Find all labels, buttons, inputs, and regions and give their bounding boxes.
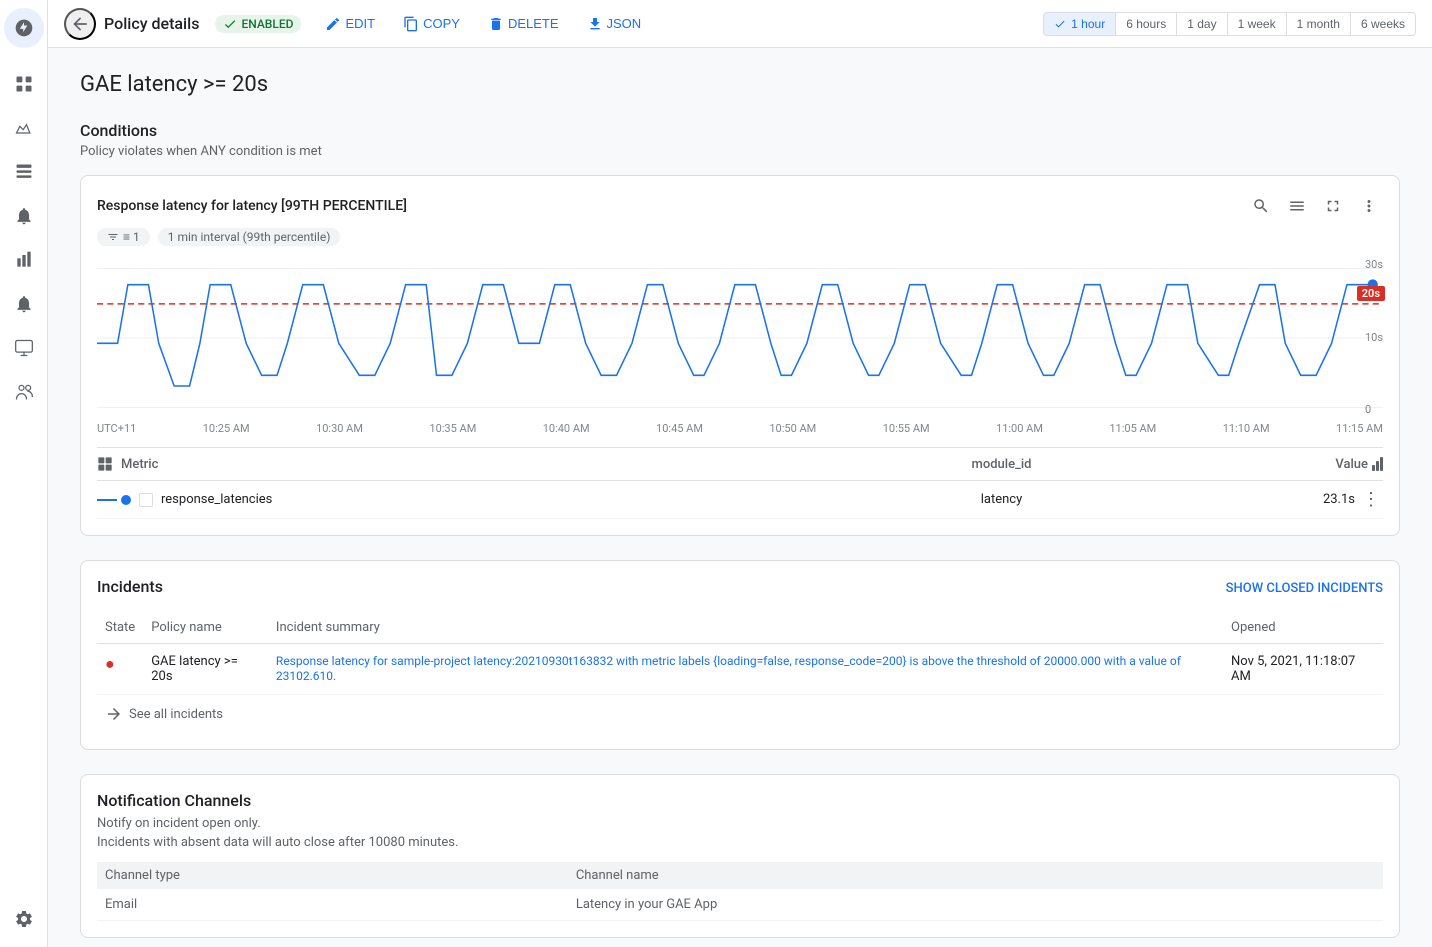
chart-x-labels: UTC+11 10:25 AM 10:30 AM 10:35 AM 10:40 … — [97, 422, 1383, 435]
sidebar-dashboard-icon[interactable] — [4, 64, 44, 104]
notification-channels-section: Notification Channels Notify on incident… — [80, 774, 1400, 938]
sidebar-table-icon[interactable] — [4, 152, 44, 192]
metric-table: Metric module_id Value — [97, 447, 1383, 519]
sidebar-notification-icon[interactable] — [4, 284, 44, 324]
chart-tags: ≡ 1 1 min interval (99th percentile) — [97, 228, 1383, 246]
conditions-title: Conditions — [80, 121, 1400, 140]
notif-table-row: Email Latency in your GAE App — [97, 889, 1383, 921]
incidents-title: Incidents — [97, 577, 163, 596]
notification-table: Channel type Channel name Email Latency … — [97, 862, 1383, 921]
col-summary-header: Incident summary — [268, 612, 1223, 644]
incident-state-cell: ● — [97, 644, 143, 695]
back-button[interactable] — [64, 8, 96, 40]
value-bars-icon[interactable] — [1372, 457, 1383, 471]
table-row: ● GAE latency >= 20s Response latency fo… — [97, 644, 1383, 695]
notify-label: Notify on incident open only. — [97, 816, 1383, 831]
metric-table-header: Metric module_id Value — [97, 448, 1383, 481]
chart-icons — [1247, 192, 1383, 220]
threshold-badge: 20s — [1357, 286, 1385, 301]
metric-table-row: response_latencies latency 23.1s ⋮ — [97, 481, 1383, 519]
enabled-badge: ENABLED — [215, 15, 301, 33]
metric-row-module-col: latency — [700, 492, 1303, 507]
time-6hours[interactable]: 6 hours — [1116, 13, 1177, 35]
fullscreen-icon[interactable] — [1319, 192, 1347, 220]
copy-button[interactable]: COPY — [391, 10, 472, 38]
notification-title: Notification Channels — [97, 791, 1383, 810]
time-range-selector: 1 hour 6 hours 1 day 1 week 1 month 6 we… — [1043, 12, 1416, 36]
chart-y-labels: 30s 10s 0 — [1365, 258, 1383, 418]
chart-tag-filter[interactable]: ≡ 1 — [97, 228, 150, 246]
chart-card: Response latency for latency [99TH PERCE… — [80, 175, 1400, 536]
legend-icon[interactable] — [1283, 192, 1311, 220]
page-title: Policy details — [104, 14, 199, 33]
col-state-header: State — [97, 612, 143, 644]
col-opened-header: Opened — [1223, 612, 1383, 644]
incidents-table: State Policy name Incident summary Opene… — [97, 612, 1383, 695]
page-content: GAE latency >= 20s Conditions Policy vio… — [48, 48, 1432, 947]
time-1day[interactable]: 1 day — [1177, 13, 1227, 35]
col-policy-header: Policy name — [143, 612, 268, 644]
auto-close-label: Incidents with absent data will auto clo… — [97, 835, 1383, 850]
delete-button[interactable]: DELETE — [476, 10, 571, 38]
col-channel-type-header: Channel type — [97, 862, 568, 889]
sidebar-metrics-icon[interactable] — [4, 108, 44, 148]
incident-summary-link[interactable]: Response latency for sample-project late… — [276, 654, 1181, 683]
metric-row-name-col: response_latencies — [97, 492, 700, 507]
time-6weeks[interactable]: 6 weeks — [1351, 13, 1415, 35]
chart-tag-interval[interactable]: 1 min interval (99th percentile) — [158, 228, 341, 246]
metric-kebab-icon[interactable]: ⋮ — [1359, 489, 1383, 510]
edit-button[interactable]: EDIT — [313, 10, 387, 38]
topbar-actions: EDIT COPY DELETE JSON — [313, 10, 653, 38]
chart-area: 30s 10s 0 20s — [97, 258, 1383, 418]
time-1hour[interactable]: 1 hour — [1044, 13, 1116, 35]
col-module-header: module_id — [700, 457, 1303, 472]
channel-name-cell: Latency in your GAE App — [568, 889, 1383, 921]
zoom-icon[interactable] — [1247, 192, 1275, 220]
sidebar-monitor-icon[interactable] — [4, 328, 44, 368]
metric-row-value-col: 23.1s ⋮ — [1303, 489, 1383, 510]
json-button[interactable]: JSON — [575, 10, 654, 38]
incidents-section: Incidents SHOW CLOSED INCIDENTS State Po… — [80, 560, 1400, 750]
time-1month[interactable]: 1 month — [1287, 13, 1351, 35]
incidents-table-header-row: State Policy name Incident summary Opene… — [97, 612, 1383, 644]
chart-header: Response latency for latency [99TH PERCE… — [97, 192, 1383, 220]
sidebar — [0, 0, 48, 947]
channel-type-cell: Email — [97, 889, 568, 921]
incident-policy-cell: GAE latency >= 20s — [143, 644, 268, 695]
more-options-icon[interactable] — [1355, 192, 1383, 220]
main-content: Policy details ENABLED EDIT COPY DELETE … — [48, 0, 1432, 947]
topbar: Policy details ENABLED EDIT COPY DELETE … — [48, 0, 1432, 48]
chart-svg — [97, 258, 1383, 418]
policy-title: GAE latency >= 20s — [80, 72, 1400, 97]
see-all-incidents-row[interactable]: See all incidents — [97, 695, 1383, 733]
chart-title: Response latency for latency [99TH PERCE… — [97, 198, 407, 214]
col-metric-header: Metric — [97, 456, 700, 472]
show-closed-incidents-link[interactable]: SHOW CLOSED INCIDENTS — [1226, 581, 1383, 596]
sidebar-group-icon[interactable] — [4, 372, 44, 412]
sidebar-logo[interactable] — [4, 8, 44, 48]
metric-checkbox[interactable] — [139, 493, 153, 507]
col-value-header: Value — [1303, 457, 1383, 472]
time-1week[interactable]: 1 week — [1228, 13, 1287, 35]
incident-opened-cell: Nov 5, 2021, 11:18:07 AM — [1223, 644, 1383, 695]
sidebar-alerts-icon[interactable] — [4, 196, 44, 236]
col-channel-name-header: Channel name — [568, 862, 1383, 889]
incident-summary-cell: Response latency for sample-project late… — [268, 644, 1223, 695]
incidents-header: Incidents SHOW CLOSED INCIDENTS — [97, 577, 1383, 600]
incident-error-icon: ● — [105, 654, 115, 673]
sidebar-settings-icon[interactable] — [4, 899, 44, 939]
notif-table-header-row: Channel type Channel name — [97, 862, 1383, 889]
sidebar-bar-chart-icon[interactable] — [4, 240, 44, 280]
conditions-subtitle: Policy violates when ANY condition is me… — [80, 144, 1400, 159]
